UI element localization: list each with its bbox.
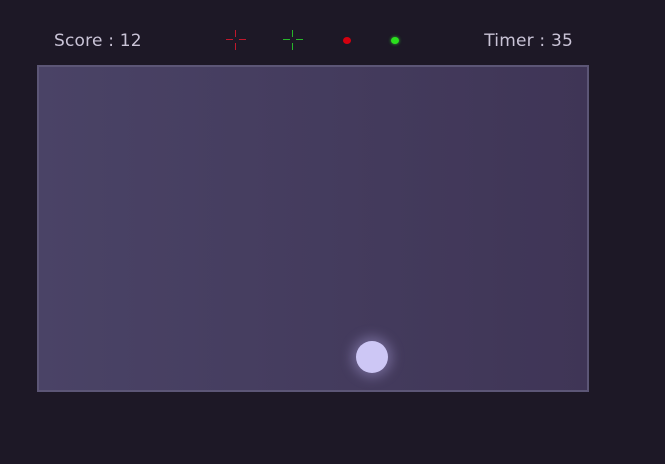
dot-green-icon	[391, 36, 399, 44]
crosshair-red-icon	[226, 30, 246, 50]
ball[interactable]	[356, 341, 388, 373]
timer-display: Timer : 35	[484, 31, 573, 51]
game-arena[interactable]	[37, 65, 589, 392]
crosshair-green-icon	[283, 30, 303, 50]
game-screen: Score : 12 Timer : 35	[0, 0, 665, 464]
dot-red-icon	[343, 36, 351, 44]
score-display: Score : 12	[54, 31, 142, 51]
